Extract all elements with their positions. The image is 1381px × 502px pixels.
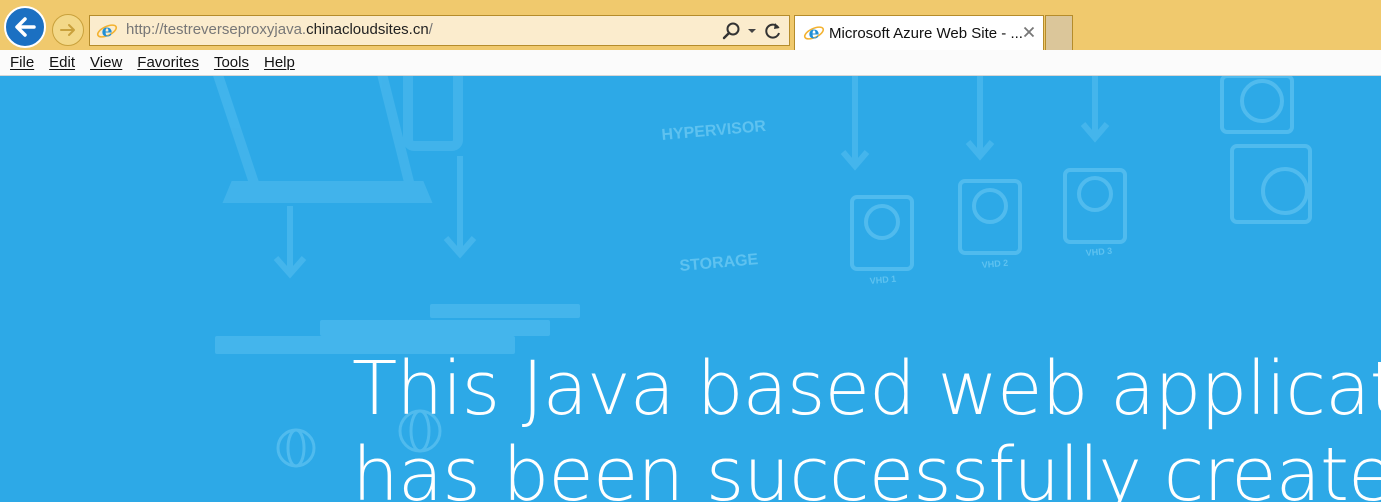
search-dropdown-button[interactable] <box>747 19 757 43</box>
headline-line-2: has been successfully created <box>352 432 1381 502</box>
tab-title: Microsoft Azure Web Site - ... <box>829 25 1023 42</box>
url-suffix: / <box>428 21 433 38</box>
tab-close-button[interactable] <box>1021 23 1037 41</box>
menu-tools[interactable]: Tools <box>214 54 249 71</box>
url-prefix: http://testreverseproxyjava. <box>126 21 307 38</box>
url-domain: chinacloudsites.cn <box>306 21 429 38</box>
chevron-down-icon <box>748 29 756 33</box>
menu-edit[interactable]: Edit <box>49 54 75 71</box>
menu-help[interactable]: Help <box>264 54 295 71</box>
vhd1-label: VHD 1 <box>869 274 896 286</box>
address-tools <box>721 18 783 44</box>
arrows-illustration <box>273 76 1110 279</box>
web-page-content: HYPERVISOR STORAGE VHD 1 VHD 2 VHD 3 Thi… <box>0 76 1381 502</box>
close-icon <box>1023 26 1035 38</box>
menu-file[interactable]: File <box>10 54 34 71</box>
ie-logo-icon: e <box>96 22 118 42</box>
menu-favorites[interactable]: Favorites <box>137 54 199 71</box>
new-tab-button[interactable] <box>1045 15 1073 50</box>
address-bar[interactable]: e http://testreverseproxyjava.chinacloud… <box>89 15 790 46</box>
browser-title-bar: e http://testreverseproxyjava.chinacloud… <box>0 0 1381 50</box>
tab-azure-web-site[interactable]: e Microsoft Azure Web Site - ... <box>794 15 1044 50</box>
url-text[interactable]: http://testreverseproxyjava.chinacloudsi… <box>126 21 433 38</box>
disks-illustration <box>850 76 1312 271</box>
storage-label: STORAGE <box>679 251 759 275</box>
forward-button[interactable] <box>52 14 84 46</box>
svg-text:e: e <box>102 22 113 42</box>
ie-logo-icon: e <box>803 24 825 44</box>
laptop-illustration <box>213 76 463 203</box>
search-icon <box>722 22 740 40</box>
headline-line-1: This Java based web application <box>352 346 1381 432</box>
refresh-button[interactable] <box>763 19 783 43</box>
svg-text:e: e <box>809 24 820 44</box>
success-headline: This Java based web application has been… <box>352 346 1381 502</box>
forward-arrow-icon <box>60 24 75 36</box>
back-button[interactable] <box>4 6 46 48</box>
menu-view[interactable]: View <box>90 54 122 71</box>
hypervisor-label: HYPERVISOR <box>661 118 767 144</box>
vhd2-label: VHD 2 <box>981 258 1008 270</box>
search-button[interactable] <box>721 19 741 43</box>
vhd3-label: VHD 3 <box>1085 246 1112 258</box>
refresh-icon <box>765 23 780 39</box>
menu-bar: File Edit View Favorites Tools Help <box>0 50 1381 76</box>
back-arrow-icon <box>15 17 36 37</box>
